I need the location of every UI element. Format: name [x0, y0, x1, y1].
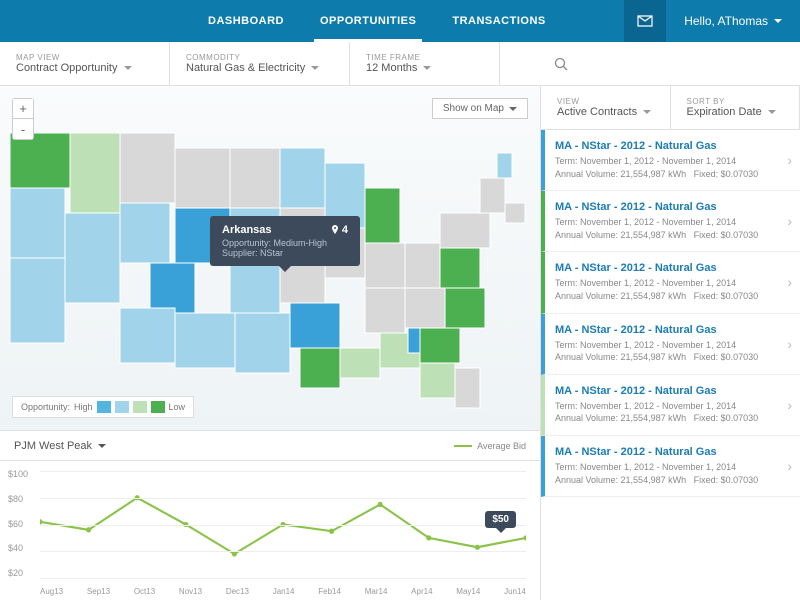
y-axis: $100$80$60$40$20 [8, 469, 28, 578]
chart-point-tooltip: $50 [485, 511, 516, 528]
chevron-right-icon: › [787, 336, 792, 352]
chevron-right-icon: › [787, 458, 792, 474]
contract-title: MA - NStar - 2012 - Natural Gas [555, 262, 776, 274]
legend-swatch [115, 401, 129, 413]
right-filter-bar: VIEW Active Contracts SORT BY Expiration… [541, 86, 800, 130]
mail-icon [637, 15, 653, 27]
search-input[interactable] [540, 42, 800, 85]
chart-title-select[interactable]: PJM West Peak [14, 440, 106, 452]
map-legend: Opportunity: High Low [12, 396, 194, 418]
sort-select[interactable]: Expiration Date [687, 106, 784, 118]
chart-legend: Average Bid [454, 441, 526, 451]
commodity-label: COMMODITY [186, 53, 333, 62]
filter-bar: MAP VIEW Contract Opportunity COMMODITY … [0, 42, 800, 86]
zoom-controls: + - [12, 98, 34, 140]
legend-swatch [151, 401, 165, 413]
greeting-text: Hello, AThomas [684, 14, 768, 28]
contract-term: Term: November 1, 2012 - November 1, 201… [555, 277, 776, 290]
x-axis: Aug13Sep13Oct13Nov13Dec13Jan14Feb14Mar14… [40, 587, 526, 596]
contract-volume: Annual Volume: 21,554,987 kWh Fixed: $0.… [555, 229, 776, 242]
user-menu[interactable]: Hello, AThomas [666, 14, 800, 28]
view-label: VIEW [557, 97, 654, 106]
chart: $100$80$60$40$20 $50 Aug13Sep13Oct13Nov1… [0, 460, 540, 600]
contract-card[interactable]: MA - NStar - 2012 - Natural Gas Term: No… [541, 375, 800, 436]
topbar: DASHBOARD OPPORTUNITIES TRANSACTIONS Hel… [0, 0, 800, 42]
commodity-select[interactable]: Natural Gas & Electricity [186, 62, 333, 74]
sort-label: SORT BY [687, 97, 784, 106]
map-tooltip: Arkansas 4 Opportunity: Medium-High Supp… [210, 216, 360, 266]
legend-swatch [133, 401, 147, 413]
contract-list[interactable]: MA - NStar - 2012 - Natural Gas Term: No… [541, 130, 800, 600]
contract-card[interactable]: MA - NStar - 2012 - Natural Gas Term: No… [541, 252, 800, 313]
chevron-right-icon: › [787, 213, 792, 229]
chevron-right-icon: › [787, 152, 792, 168]
nav-transactions[interactable]: TRANSACTIONS [434, 0, 563, 42]
contract-title: MA - NStar - 2012 - Natural Gas [555, 324, 776, 336]
contract-card[interactable]: MA - NStar - 2012 - Natural Gas Term: No… [541, 314, 800, 375]
contract-card[interactable]: MA - NStar - 2012 - Natural Gas Term: No… [541, 130, 800, 191]
map-view-select[interactable]: Contract Opportunity [16, 62, 153, 74]
contract-card[interactable]: MA - NStar - 2012 - Natural Gas Term: No… [541, 436, 800, 497]
tooltip-state: Arkansas [222, 224, 272, 236]
chevron-down-icon [774, 19, 782, 23]
zoom-in-button[interactable]: + [13, 99, 33, 119]
show-on-map-select[interactable]: Show on Map [432, 98, 528, 119]
contract-volume: Annual Volume: 21,554,987 kWh Fixed: $0.… [555, 412, 776, 425]
contract-volume: Annual Volume: 21,554,987 kWh Fixed: $0.… [555, 168, 776, 181]
contract-term: Term: November 1, 2012 - November 1, 201… [555, 339, 776, 352]
contract-title: MA - NStar - 2012 - Natural Gas [555, 385, 776, 397]
contract-title: MA - NStar - 2012 - Natural Gas [555, 446, 776, 458]
legend-swatch [97, 401, 111, 413]
mail-button[interactable] [624, 0, 666, 42]
contract-volume: Annual Volume: 21,554,987 kWh Fixed: $0.… [555, 351, 776, 364]
view-select[interactable]: Active Contracts [557, 106, 654, 118]
contract-title: MA - NStar - 2012 - Natural Gas [555, 201, 776, 213]
nav-opportunities[interactable]: OPPORTUNITIES [302, 0, 434, 42]
chart-plot [40, 471, 526, 578]
tooltip-count: 4 [342, 224, 348, 236]
zoom-out-button[interactable]: - [13, 119, 33, 139]
contract-term: Term: November 1, 2012 - November 1, 201… [555, 155, 776, 168]
chevron-right-icon: › [787, 397, 792, 413]
contract-card[interactable]: MA - NStar - 2012 - Natural Gas Term: No… [541, 191, 800, 252]
main-nav: DASHBOARD OPPORTUNITIES TRANSACTIONS [190, 0, 564, 42]
tooltip-supplier: Supplier: NStar [222, 248, 348, 258]
pin-icon [331, 225, 339, 235]
contract-term: Term: November 1, 2012 - November 1, 201… [555, 461, 776, 474]
search-icon [554, 57, 568, 71]
contract-volume: Annual Volume: 21,554,987 kWh Fixed: $0.… [555, 290, 776, 303]
chevron-down-icon [509, 107, 517, 111]
nav-dashboard[interactable]: DASHBOARD [190, 0, 302, 42]
tooltip-opportunity: Opportunity: Medium-High [222, 238, 348, 248]
chevron-right-icon: › [787, 274, 792, 290]
map-view[interactable]: + - Show on Map Arkansas 4 Opportunity: … [0, 86, 540, 430]
timeframe-select[interactable]: 12 Months [366, 62, 483, 74]
contract-term: Term: November 1, 2012 - November 1, 201… [555, 400, 776, 413]
timeframe-label: TIME FRAME [366, 53, 483, 62]
contract-volume: Annual Volume: 21,554,987 kWh Fixed: $0.… [555, 474, 776, 487]
map-view-label: MAP VIEW [16, 53, 153, 62]
contract-term: Term: November 1, 2012 - November 1, 201… [555, 216, 776, 229]
chart-header: PJM West Peak Average Bid [0, 430, 540, 460]
contract-title: MA - NStar - 2012 - Natural Gas [555, 140, 776, 152]
